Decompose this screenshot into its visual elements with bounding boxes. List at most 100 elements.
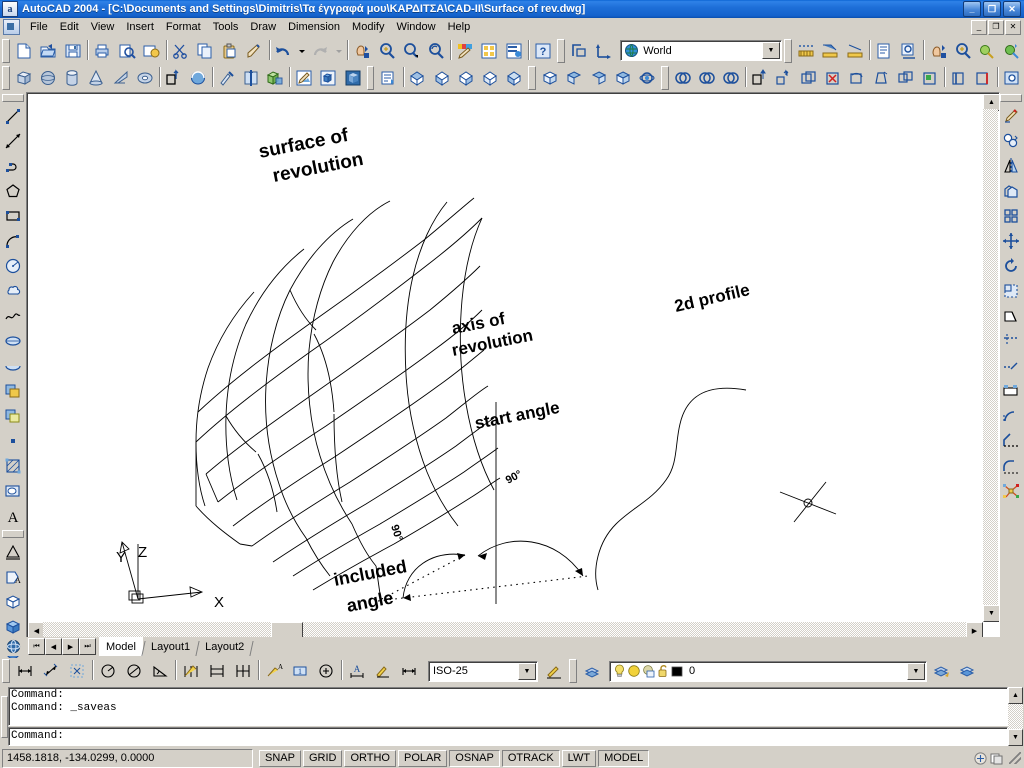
undo-icon[interactable] — [271, 38, 296, 63]
zoom-window-icon[interactable] — [398, 38, 424, 63]
revision-cloud-icon[interactable] — [0, 278, 26, 303]
explode-icon[interactable] — [998, 478, 1024, 503]
vertical-scrollbar[interactable]: ▲ ▼ — [983, 94, 999, 622]
chevron-down-icon[interactable]: ▼ — [907, 662, 925, 680]
horizontal-scrollbar[interactable]: ◀ ▶ — [28, 622, 983, 638]
sphere-icon[interactable] — [35, 65, 61, 90]
dim-edit-icon[interactable]: A — [344, 658, 370, 684]
command-scroll-up-button[interactable]: ▲ — [1008, 687, 1023, 704]
zoom-previous-icon[interactable] — [423, 38, 448, 63]
linear-dimension-icon[interactable] — [793, 38, 819, 63]
radius-dimension-icon[interactable] — [95, 658, 121, 684]
status-toggle-model[interactable]: MODEL — [598, 749, 650, 767]
open-icon[interactable] — [36, 38, 61, 63]
menu-modify[interactable]: Modify — [346, 19, 390, 35]
minimize-button[interactable]: _ — [963, 1, 981, 17]
freeze-vp-icon[interactable] — [642, 664, 656, 678]
slice-icon[interactable] — [214, 65, 239, 90]
area-icon[interactable]: A — [0, 564, 26, 589]
maximize-button[interactable]: ❐ — [983, 1, 1001, 17]
redo-dropdown-icon[interactable] — [332, 38, 345, 63]
taper-faces-icon[interactable] — [869, 65, 894, 90]
arc-icon[interactable] — [0, 228, 26, 253]
make-object-layer-current-icon[interactable] — [929, 658, 955, 684]
box-icon[interactable] — [11, 65, 36, 90]
drawing-area[interactable]: surface of revolution axis of revolution… — [26, 92, 1000, 639]
chamfer-icon[interactable] — [998, 428, 1024, 453]
offset-icon[interactable] — [998, 178, 1024, 203]
fillet-icon[interactable] — [998, 453, 1024, 478]
sw-iso-icon[interactable] — [537, 65, 563, 90]
tool-palettes-icon[interactable] — [501, 38, 527, 63]
manage-xrefs-icon[interactable] — [989, 751, 1003, 765]
freeze-sun-icon[interactable] — [627, 664, 641, 678]
ucs-previous-icon[interactable] — [591, 38, 617, 63]
layer-previous-icon[interactable] — [955, 658, 981, 684]
help-icon[interactable]: ? — [530, 38, 556, 63]
designcenter-icon[interactable] — [477, 38, 502, 63]
extrude-faces-icon[interactable] — [748, 65, 773, 90]
region-icon[interactable] — [0, 478, 26, 503]
dim-update-icon[interactable] — [396, 658, 422, 684]
tab-layout2[interactable]: Layout2 — [198, 638, 251, 656]
revolve-icon[interactable] — [185, 65, 211, 90]
shade-icon[interactable] — [340, 65, 365, 90]
next-layout-button[interactable]: ▶ — [62, 638, 79, 655]
toolbar-grip[interactable] — [528, 65, 536, 90]
properties-icon[interactable] — [452, 38, 478, 63]
status-toggle-snap[interactable]: SNAP — [259, 749, 301, 767]
tab-layout1[interactable]: Layout1 — [144, 638, 197, 656]
communication-center-icon[interactable] — [973, 751, 987, 765]
color-faces-icon[interactable] — [917, 65, 942, 90]
bottom-view-icon[interactable] — [429, 65, 454, 90]
cylinder-icon[interactable] — [60, 65, 85, 90]
erase-icon[interactable] — [998, 103, 1024, 128]
spline-icon[interactable] — [0, 303, 26, 328]
break-at-point-icon[interactable] — [998, 378, 1024, 403]
menu-dimension[interactable]: Dimension — [282, 19, 346, 35]
copy-icon[interactable] — [192, 38, 218, 63]
stretch-icon[interactable] — [998, 303, 1024, 328]
toolbar-grip[interactable] — [2, 530, 24, 538]
match-properties-icon[interactable] — [241, 38, 267, 63]
toolbar-grip[interactable] — [2, 65, 10, 90]
center-mark-icon[interactable] — [313, 658, 339, 684]
named-views-icon[interactable] — [376, 65, 401, 90]
status-toggle-lwt[interactable]: LWT — [561, 749, 597, 767]
3d-box-icon[interactable] — [0, 589, 26, 614]
menu-window[interactable]: Window — [390, 19, 441, 35]
distance-icon[interactable] — [0, 539, 26, 564]
3d-orbit-icon[interactable] — [0, 638, 26, 655]
command-scroll-down-button[interactable]: ▼ — [1008, 729, 1023, 746]
status-toggle-otrack[interactable]: OTRACK — [501, 749, 560, 767]
status-toggle-osnap[interactable]: OSNAP — [449, 749, 500, 767]
scale-icon[interactable] — [998, 278, 1024, 303]
coordinate-display[interactable]: 1458.1818, -134.0299, 0.0000 — [2, 748, 253, 768]
rectangle-icon[interactable] — [0, 203, 26, 228]
menu-draw[interactable]: Draw — [244, 19, 282, 35]
toolbar-grip[interactable] — [366, 65, 375, 90]
mirror-icon[interactable] — [998, 153, 1024, 178]
baseline-dimension-icon[interactable] — [204, 658, 230, 684]
model-canvas[interactable]: surface of revolution axis of revolution… — [28, 94, 983, 622]
move-faces-icon[interactable] — [772, 65, 797, 90]
resize-grip[interactable] — [1009, 752, 1021, 764]
toolbar-grip[interactable] — [661, 65, 669, 90]
union-icon[interactable] — [670, 65, 695, 90]
menu-file[interactable]: File — [24, 19, 54, 35]
mdi-close-button[interactable]: ✕ — [1005, 19, 1021, 35]
mdi-restore-button[interactable]: ❐ — [988, 19, 1004, 35]
offset-faces-icon[interactable] — [796, 65, 821, 90]
menu-tools[interactable]: Tools — [207, 19, 245, 35]
ellipse-arc-icon[interactable] — [0, 353, 26, 378]
hscroll-track[interactable] — [43, 622, 968, 638]
section-icon[interactable] — [238, 65, 264, 90]
command-scroll-track[interactable] — [1008, 704, 1023, 729]
color-swatch-icon[interactable] — [671, 665, 684, 678]
dim-style-icon[interactable] — [871, 38, 897, 63]
layer-combo[interactable]: 0 ▼ — [609, 660, 927, 682]
right-view-icon[interactable] — [477, 65, 503, 90]
trim-icon[interactable] — [998, 328, 1024, 353]
publish-icon[interactable] — [139, 38, 164, 63]
construction-line-icon[interactable] — [0, 128, 26, 153]
